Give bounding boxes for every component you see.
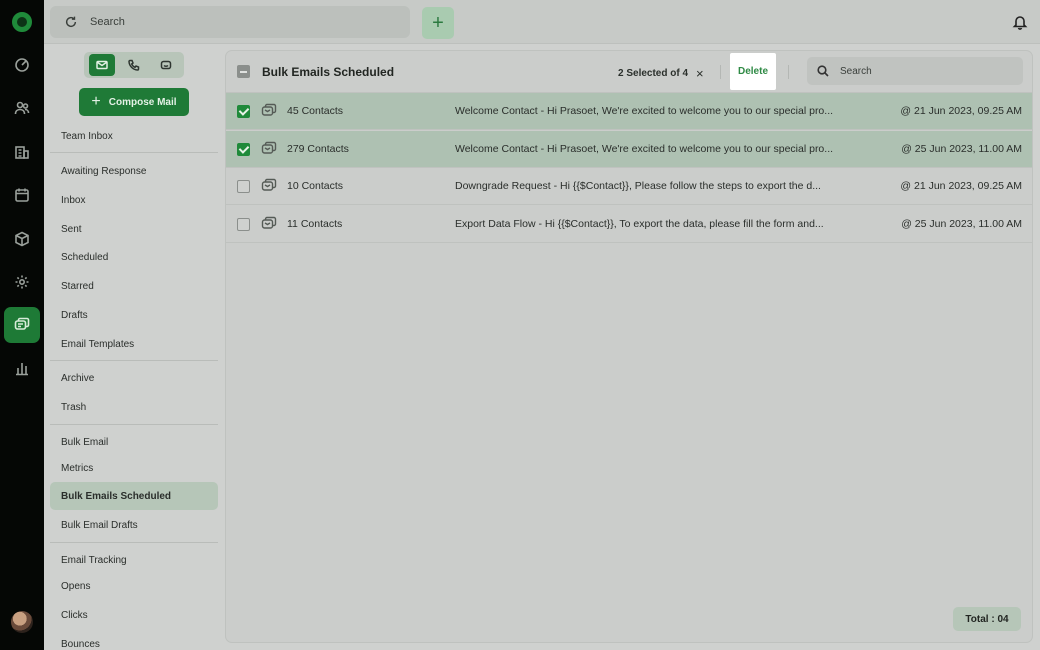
- top-bar: Search +: [44, 0, 1040, 44]
- sidebar-divider: [50, 542, 218, 543]
- mail-icon: [96, 60, 108, 70]
- package-icon[interactable]: [0, 224, 44, 254]
- contacts-icon[interactable]: [0, 93, 44, 123]
- panel-search-placeholder: Search: [840, 65, 872, 77]
- sidebar-item-metrics[interactable]: Metrics: [50, 454, 218, 482]
- row-checkbox[interactable]: [237, 143, 250, 156]
- search-refresh-icon: [65, 16, 77, 28]
- sidebar-divider: [50, 360, 218, 361]
- row-date: @ 25 Jun 2023, 11.00 AM: [901, 218, 1022, 230]
- company-icon[interactable]: [0, 137, 44, 167]
- plus-icon: +: [91, 93, 101, 110]
- sidebar-item-bulk-email[interactable]: Bulk Email: [50, 428, 218, 456]
- table-row[interactable]: 11 Contacts Export Data Flow - Hi {{$Con…: [226, 206, 1032, 243]
- row-checkbox[interactable]: [237, 105, 250, 118]
- total-count-badge: Total : 04: [953, 607, 1021, 631]
- compose-mail-label: Compose Mail: [108, 96, 177, 108]
- phone-icon: [128, 59, 140, 71]
- sidebar-item-clicks[interactable]: Clicks: [50, 601, 218, 629]
- bulk-mail-icon: [261, 141, 277, 157]
- global-search-placeholder: Search: [90, 16, 125, 28]
- table-row[interactable]: 45 Contacts Welcome Contact - Hi Prasoet…: [226, 93, 1032, 130]
- compose-mail-button[interactable]: + Compose Mail: [79, 88, 189, 116]
- row-date: @ 21 Jun 2023, 09.25 AM: [900, 105, 1022, 117]
- bulk-mail-icon: [261, 216, 277, 232]
- sidebar-item-archive[interactable]: Archive: [50, 364, 218, 392]
- row-checkbox[interactable]: [237, 218, 250, 231]
- sidebar-item-trash[interactable]: Trash: [50, 393, 218, 421]
- row-date: @ 21 Jun 2023, 09.25 AM: [900, 180, 1022, 192]
- sidebar-item-starred[interactable]: Starred: [50, 272, 218, 300]
- sidebar-item-team-inbox[interactable]: Team Inbox: [50, 122, 218, 150]
- sidebar-item-drafts[interactable]: Drafts: [50, 301, 218, 329]
- app-logo[interactable]: [12, 12, 32, 32]
- row-contacts: 45 Contacts: [287, 105, 344, 117]
- row-contacts: 279 Contacts: [287, 143, 349, 155]
- header-divider: [788, 65, 789, 79]
- app-rail: [0, 0, 44, 650]
- sidebar-divider: [50, 424, 218, 425]
- add-button[interactable]: +: [422, 7, 454, 39]
- calendar-icon[interactable]: [0, 180, 44, 210]
- sidebar-item-awaiting-response[interactable]: Awaiting Response: [50, 157, 218, 185]
- chat-bot-icon: [160, 60, 172, 70]
- phone-channel-tab[interactable]: [121, 54, 147, 76]
- sidebar-item-email-templates[interactable]: Email Templates: [50, 330, 218, 358]
- panel-header: Bulk Emails Scheduled 2 Selected of 4 × …: [226, 51, 1032, 93]
- messages-icon[interactable]: [4, 307, 40, 343]
- sidebar-item-email-tracking[interactable]: Email Tracking: [50, 546, 218, 574]
- row-subject: Downgrade Request - Hi {{$Contact}}, Ple…: [455, 180, 821, 192]
- mail-sidebar: + Compose Mail Team Inbox Awaiting Respo…: [44, 44, 224, 650]
- table-row[interactable]: 10 Contacts Downgrade Request - Hi {{$Co…: [226, 168, 1032, 205]
- page-title: Bulk Emails Scheduled: [262, 65, 395, 79]
- table-row[interactable]: 279 Contacts Welcome Contact - Hi Prasoe…: [226, 131, 1032, 168]
- selection-info: 2 Selected of 4 ×: [618, 66, 704, 81]
- settings-icon[interactable]: [0, 267, 44, 297]
- bell-icon[interactable]: [1012, 14, 1028, 30]
- bulk-emails-panel: Bulk Emails Scheduled 2 Selected of 4 × …: [225, 50, 1033, 643]
- row-contacts: 11 Contacts: [287, 218, 343, 230]
- selection-count: 2 Selected of 4: [618, 68, 689, 79]
- row-date: @ 25 Jun 2023, 11.00 AM: [901, 143, 1022, 155]
- chat-channel-tab[interactable]: [153, 54, 179, 76]
- sidebar-item-bounces[interactable]: Bounces: [50, 630, 218, 650]
- sidebar-item-sent[interactable]: Sent: [50, 215, 218, 243]
- row-subject: Export Data Flow - Hi {{$Contact}}, To e…: [455, 218, 824, 230]
- global-search-input[interactable]: Search: [50, 6, 410, 38]
- user-avatar[interactable]: [11, 611, 33, 633]
- mail-channel-tab[interactable]: [89, 54, 115, 76]
- sidebar-divider: [50, 152, 218, 153]
- sidebar-item-inbox[interactable]: Inbox: [50, 186, 218, 214]
- channel-switcher: [84, 52, 184, 78]
- bulk-mail-icon: [261, 103, 277, 119]
- add-label: +: [432, 11, 444, 34]
- sidebar-item-scheduled[interactable]: Scheduled: [50, 243, 218, 271]
- bulk-mail-icon: [261, 178, 277, 194]
- delete-button[interactable]: Delete: [730, 53, 776, 90]
- select-all-checkbox[interactable]: [237, 65, 250, 78]
- sidebar-item-opens[interactable]: Opens: [50, 572, 218, 600]
- row-subject: Welcome Contact - Hi Prasoet, We're exci…: [455, 143, 834, 155]
- clear-selection-icon[interactable]: ×: [696, 66, 704, 81]
- search-icon: [817, 65, 829, 77]
- reports-icon[interactable]: [0, 353, 44, 383]
- sidebar-item-bulk-email-drafts[interactable]: Bulk Email Drafts: [50, 511, 218, 539]
- dashboard-icon[interactable]: [0, 50, 44, 80]
- row-subject: Welcome Contact - Hi Prasoet, We're exci…: [455, 105, 834, 117]
- header-divider: [720, 65, 721, 79]
- panel-search-input[interactable]: Search: [807, 57, 1023, 85]
- sidebar-item-bulk-emails-scheduled[interactable]: Bulk Emails Scheduled: [50, 482, 218, 510]
- row-contacts: 10 Contacts: [287, 180, 344, 192]
- row-checkbox[interactable]: [237, 180, 250, 193]
